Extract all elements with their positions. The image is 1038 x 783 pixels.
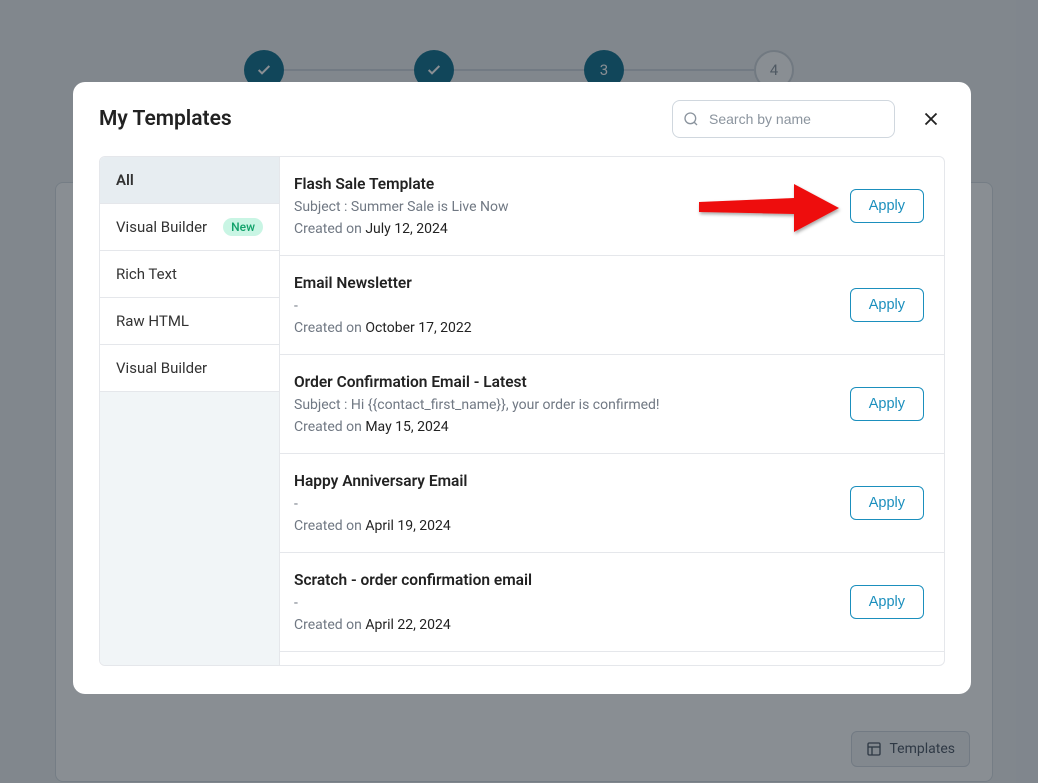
template-info: Scratch - order confirmation email - Cre…: [294, 571, 834, 633]
template-subject: -: [294, 595, 834, 611]
template-list[interactable]: Flash Sale Template Subject : Summer Sal…: [280, 157, 944, 665]
template-title: Happy Anniversary Email: [294, 472, 834, 490]
template-row: Email Newsletter - Created on October 17…: [280, 256, 944, 355]
sidebar-item-label: Rich Text: [116, 265, 177, 283]
template-category-sidebar: All Visual Builder New Rich Text Raw HTM…: [100, 157, 280, 665]
apply-button[interactable]: Apply: [850, 585, 924, 619]
sidebar-item-raw-html[interactable]: Raw HTML: [100, 298, 279, 345]
search-wrapper: [672, 100, 895, 138]
template-title: Email Newsletter: [294, 274, 834, 292]
sidebar-item-visual-builder-new[interactable]: Visual Builder New: [100, 204, 279, 251]
sidebar-item-rich-text[interactable]: Rich Text: [100, 251, 279, 298]
apply-button[interactable]: Apply: [850, 486, 924, 520]
apply-button[interactable]: Apply: [850, 189, 924, 223]
sidebar-item-label: Visual Builder: [116, 359, 207, 377]
template-created: Created on May 15, 2024: [294, 419, 834, 435]
close-button[interactable]: [917, 105, 945, 133]
new-badge: New: [223, 218, 263, 236]
template-info: Order Confirmation Email - Latest Subjec…: [294, 373, 834, 435]
template-row: Happy Anniversary Email - Created on Apr…: [280, 454, 944, 553]
template-row: Flash Sale Template Subject : Summer Sal…: [280, 157, 944, 256]
close-icon: [920, 108, 942, 130]
sidebar-item-label: All: [116, 171, 134, 189]
sidebar-item-all[interactable]: All: [100, 157, 279, 204]
sidebar-item-label: Visual Builder: [116, 218, 207, 236]
search-icon: [683, 111, 699, 127]
search-input[interactable]: [672, 100, 895, 138]
apply-button[interactable]: Apply: [850, 288, 924, 322]
sidebar-item-label: Raw HTML: [116, 312, 189, 330]
modal-body: All Visual Builder New Rich Text Raw HTM…: [99, 156, 945, 666]
template-subject: -: [294, 298, 834, 314]
template-title: Order Confirmation Email - Latest: [294, 373, 834, 391]
template-subject: Subject : Summer Sale is Live Now: [294, 199, 834, 215]
template-subject: -: [294, 496, 834, 512]
template-info: Flash Sale Template Subject : Summer Sal…: [294, 175, 834, 237]
template-created: Created on April 19, 2024: [294, 518, 834, 534]
template-info: Happy Anniversary Email - Created on Apr…: [294, 472, 834, 534]
template-row: Order Confirmation Email - Latest Subjec…: [280, 355, 944, 454]
template-subject: Subject : Hi {{contact_first_name}}, you…: [294, 397, 834, 413]
template-row: Scratch - order confirmation email - Cre…: [280, 553, 944, 652]
modal-header: My Templates: [73, 82, 971, 156]
template-info: Email Newsletter - Created on October 17…: [294, 274, 834, 336]
template-title: Flash Sale Template: [294, 175, 834, 193]
apply-button[interactable]: Apply: [850, 387, 924, 421]
modal-title: My Templates: [99, 107, 232, 131]
template-title: Scratch - order confirmation email: [294, 571, 834, 589]
template-created: Created on April 22, 2024: [294, 617, 834, 633]
template-created: Created on October 17, 2022: [294, 320, 834, 336]
templates-modal: My Templates All Visual Builder New: [73, 82, 971, 694]
template-created: Created on July 12, 2024: [294, 221, 834, 237]
sidebar-item-visual-builder[interactable]: Visual Builder: [100, 345, 279, 392]
